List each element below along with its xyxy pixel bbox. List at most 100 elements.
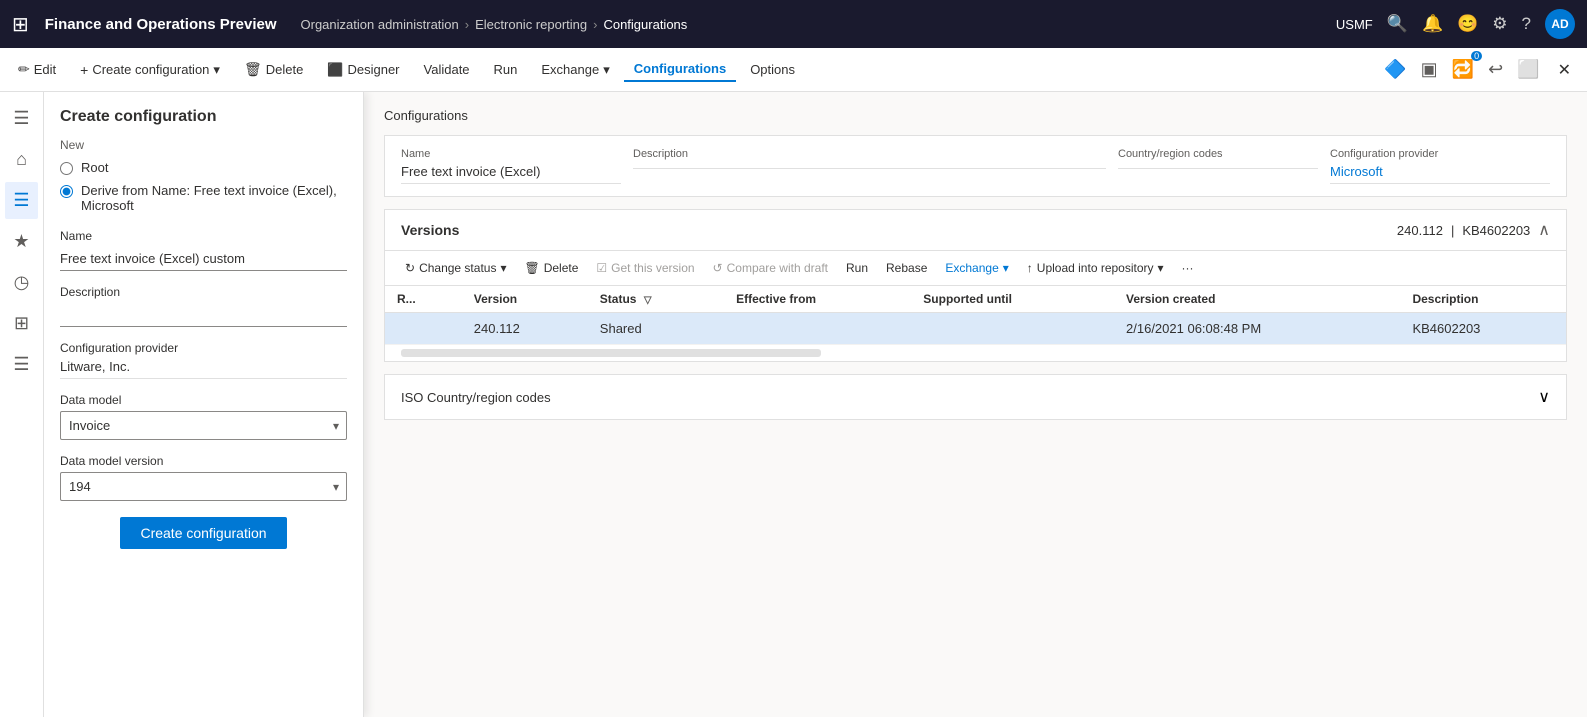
breadcrumb-configs[interactable]: Configurations <box>603 17 687 32</box>
validate-button[interactable]: Validate <box>414 58 480 81</box>
config-desc-value <box>633 164 1106 169</box>
sidebar-star-icon[interactable]: ★ <box>5 223 37 260</box>
upload-chevron: ▾ <box>1158 261 1164 275</box>
sidebar-menu-icon[interactable]: ☰ <box>5 100 37 137</box>
upload-into-repository-button[interactable]: ↑ Upload into repository ▾ <box>1019 257 1172 279</box>
sidebar-clock-icon[interactable]: ◷ <box>6 264 38 301</box>
config-country-value <box>1118 164 1318 169</box>
versions-header: Versions 240.112 | KB4602203 ∧ <box>385 210 1566 251</box>
config-provider-field: Configuration provider Microsoft <box>1330 148 1550 184</box>
delete-button[interactable]: 🗑 Delete <box>234 57 313 82</box>
configurations-button[interactable]: Configurations <box>624 57 736 82</box>
get-this-version-button[interactable]: ☑ Get this version <box>588 257 702 279</box>
breadcrumb-sep1: › <box>465 17 469 32</box>
top-right-icons: USMF 🔍 🔔 😊 ⚙ ? AD <box>1336 9 1575 39</box>
config-fields: Name Free text invoice (Excel) Descripti… <box>401 148 1550 184</box>
designer-button[interactable]: ⬛ Designer <box>317 58 409 82</box>
config-name-label: Name <box>401 148 621 160</box>
settings-icon[interactable]: ⚙ <box>1492 14 1507 34</box>
versions-meta: 240.112 | KB4602203 ∧ <box>1397 220 1550 240</box>
versions-delete-button[interactable]: 🗑 Delete <box>516 257 586 279</box>
create-configuration-submit-button[interactable]: Create configuration <box>120 517 286 549</box>
col-supported-until: Supported until <box>911 286 1114 313</box>
undo-icon[interactable]: ↩ <box>1484 55 1507 84</box>
change-status-button[interactable]: ↻ Change status ▾ <box>397 257 514 279</box>
content-area: Create configuration New Root Derive fro… <box>44 92 1587 717</box>
versions-meta-kb: KB4602203 <box>1462 223 1530 238</box>
description-field-label: Description <box>60 285 347 299</box>
data-model-select-wrap: Invoice ▾ <box>60 411 347 440</box>
filter-icon[interactable]: 🔷 <box>1380 55 1410 84</box>
help-icon[interactable]: ? <box>1522 14 1531 34</box>
options-button[interactable]: Options <box>740 58 805 81</box>
iso-chevron-icon: ∨ <box>1538 387 1550 407</box>
data-model-label: Data model <box>60 393 347 407</box>
config-details: Name Free text invoice (Excel) Descripti… <box>384 135 1567 197</box>
breadcrumb-org[interactable]: Organization administration <box>301 17 459 32</box>
usmf-label: USMF <box>1336 17 1373 32</box>
versions-run-button[interactable]: Run <box>838 257 876 279</box>
config-section-breadcrumb: Configurations <box>384 108 1567 123</box>
avatar[interactable]: AD <box>1545 9 1575 39</box>
refresh-badge-icon[interactable]: 🔁 0 <box>1448 55 1478 84</box>
table-row[interactable]: 240.112Shared2/16/2021 06:08:48 PMKB4602… <box>385 313 1566 345</box>
data-model-version-select[interactable]: 194 <box>60 472 347 501</box>
config-provider-section-label: Configuration provider <box>1330 148 1550 160</box>
radio-group: Root Derive from Name: Free text invoice… <box>60 160 347 213</box>
run-button[interactable]: Run <box>484 58 528 81</box>
config-country-field: Country/region codes <box>1118 148 1318 169</box>
compare-icon: ↺ <box>713 261 723 275</box>
smiley-icon[interactable]: 😊 <box>1457 14 1478 34</box>
config-provider-label: Configuration provider <box>60 341 347 355</box>
toolbar-right: 🔷 ▣ 🔁 0 ↩ ⬜ ✕ <box>1380 55 1579 84</box>
right-content: Configurations Name Free text invoice (E… <box>364 92 1587 717</box>
breadcrumb-er[interactable]: Electronic reporting <box>475 17 587 32</box>
sidebar-modules-icon[interactable]: ☰ <box>5 346 37 383</box>
versions-delete-icon: 🗑 <box>524 261 539 275</box>
scroll-bar[interactable] <box>401 349 821 357</box>
radio-derive[interactable]: Derive from Name: Free text invoice (Exc… <box>60 183 347 213</box>
sidebar-list-icon[interactable]: ☰ <box>5 182 37 219</box>
left-sidebar: ☰ ⌂ ☰ ★ ◷ ⊞ ☰ <box>0 92 44 717</box>
compare-with-draft-button[interactable]: ↺ Compare with draft <box>705 257 836 279</box>
config-provider-section-value[interactable]: Microsoft <box>1330 164 1550 184</box>
close-button[interactable]: ✕ <box>1550 56 1579 84</box>
main-toolbar: ✏ Edit + Create configuration ▾ 🗑 Delete… <box>0 48 1587 92</box>
data-model-select[interactable]: Invoice <box>60 411 347 440</box>
versions-section: Versions 240.112 | KB4602203 ∧ ↻ Change … <box>384 209 1567 362</box>
versions-toolbar: ↻ Change status ▾ 🗑 Delete ☑ Get this ve… <box>385 251 1566 286</box>
versions-exchange-button[interactable]: Exchange ▾ <box>937 257 1016 279</box>
sidebar-workspace-icon[interactable]: ⊞ <box>6 305 37 342</box>
change-status-icon: ↻ <box>405 261 415 275</box>
more-options-button[interactable]: ··· <box>1174 257 1202 279</box>
edit-button[interactable]: ✏ Edit <box>8 57 66 82</box>
rebase-button[interactable]: Rebase <box>878 257 935 279</box>
col-description: Description <box>1400 286 1566 313</box>
panel-icon[interactable]: ▣ <box>1417 55 1442 84</box>
delete-icon: 🗑 <box>244 61 262 78</box>
create-configuration-button[interactable]: + Create configuration ▾ <box>70 58 230 82</box>
designer-icon: ⬛ <box>327 62 343 78</box>
col-r: R... <box>385 286 462 313</box>
versions-collapse-icon[interactable]: ∧ <box>1538 220 1550 240</box>
change-status-chevron: ▾ <box>500 261 506 275</box>
plus-icon: + <box>80 62 88 78</box>
new-label: New <box>60 138 347 152</box>
upload-icon: ↑ <box>1027 261 1033 275</box>
radio-root[interactable]: Root <box>60 160 347 175</box>
panel-title: Create configuration <box>60 108 347 126</box>
notification-icon[interactable]: 🔔 <box>1422 14 1443 34</box>
sidebar-home-icon[interactable]: ⌂ <box>8 141 35 178</box>
versions-meta-version: 240.112 <box>1397 223 1443 238</box>
status-filter-icon[interactable]: ▽ <box>644 295 652 306</box>
exchange-button[interactable]: Exchange ▾ <box>531 58 619 82</box>
expand-icon[interactable]: ⬜ <box>1513 55 1543 84</box>
description-input[interactable] <box>60 303 347 327</box>
top-nav: ⊞ Finance and Operations Preview Organiz… <box>0 0 1587 48</box>
exchange-dropdown-chevron: ▾ <box>1003 261 1009 275</box>
iso-section[interactable]: ISO Country/region codes ∨ <box>384 374 1567 420</box>
table-header-row: R... Version Status ▽ Effective from Sup… <box>385 286 1566 313</box>
search-icon[interactable]: 🔍 <box>1387 14 1408 34</box>
name-input[interactable] <box>60 247 347 271</box>
waffle-icon[interactable]: ⊞ <box>12 12 29 37</box>
